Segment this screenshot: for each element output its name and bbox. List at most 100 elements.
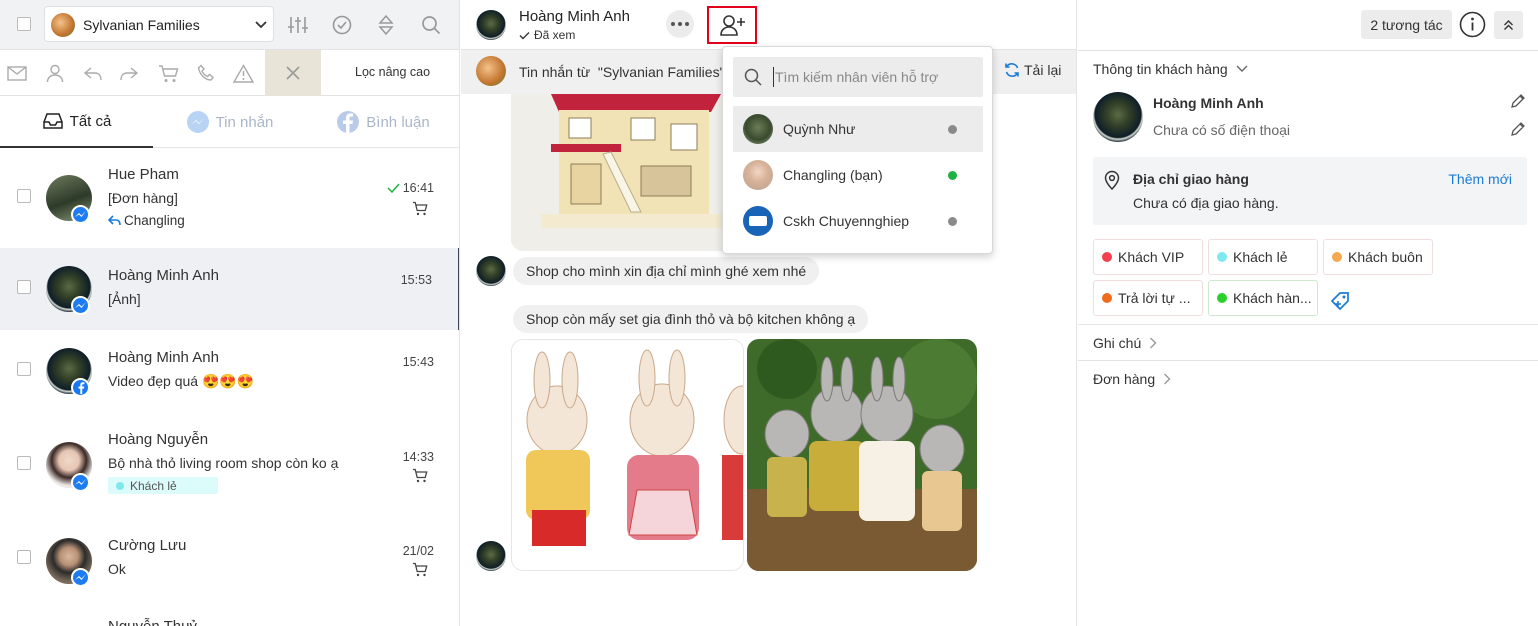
double-chevron-up-icon: [1504, 20, 1513, 30]
chevron-down-icon: [255, 21, 267, 29]
edit-name-icon[interactable]: [1510, 93, 1526, 109]
conversation-checkbox[interactable]: [17, 362, 31, 376]
staff-option[interactable]: Changling (bạn): [733, 152, 983, 198]
assign-staff-button[interactable]: [707, 6, 757, 44]
reply-icon[interactable]: [83, 66, 103, 82]
customer-tag-auto-reply[interactable]: Trả lời tự ...: [1093, 280, 1203, 316]
conversation-item-active[interactable]: Hoàng Minh Anh [Ảnh] 15:53: [0, 248, 459, 330]
messenger-icon: [186, 111, 209, 133]
add-tag-icon[interactable]: [1330, 291, 1350, 311]
check-icon: [519, 31, 530, 39]
tab-comments[interactable]: Bình luận: [306, 96, 459, 148]
conversation-preview: Ok: [108, 561, 126, 577]
chevron-down-icon: [1236, 65, 1248, 72]
refresh-icon: [1005, 63, 1019, 77]
message-bubble[interactable]: Shop còn mấy set gia đình thỏ và bộ kitc…: [513, 305, 869, 333]
customer-tag-retail[interactable]: Khách lẻ: [1208, 239, 1318, 275]
conversation-name: Hue Pham: [108, 166, 179, 183]
replied-by: Changling: [124, 213, 185, 228]
select-all-checkbox[interactable]: [17, 17, 31, 31]
advanced-filter-button[interactable]: Lọc nâng cao: [355, 65, 430, 79]
customer-info-header[interactable]: Thông tin khách hàng: [1093, 61, 1248, 77]
chevron-right-icon: [1164, 373, 1171, 384]
page-selector-label: Sylvanian Families: [83, 17, 200, 33]
staff-option[interactable]: Cskh Chuyennghiep: [733, 198, 983, 244]
info-icon[interactable]: [1459, 11, 1486, 38]
conversation-item[interactable]: Hue Pham [Đơn hàng] Changling 16:41: [0, 154, 459, 236]
inbox-icon: [42, 113, 63, 129]
status-online-dot: [948, 171, 957, 180]
conversation-name: Hoàng Minh Anh: [108, 267, 219, 284]
interactions-button[interactable]: 2 tương tác: [1361, 10, 1452, 39]
staff-search-field[interactable]: Tìm kiếm nhân viên hỗ trợ: [733, 57, 983, 97]
facebook-icon: [337, 111, 360, 133]
tab-messages[interactable]: Tin nhắn: [153, 96, 306, 148]
sliders-icon[interactable]: [287, 15, 309, 35]
orders-section[interactable]: Đơn hàng: [1078, 360, 1538, 396]
messenger-badge-icon: [71, 568, 90, 587]
customer-tag-vip[interactable]: Khách VIP: [1093, 239, 1203, 275]
tab-messages-label: Tin nhắn: [215, 113, 274, 131]
conversation-panel: Sylvanian Families Lọc nâng cao Tất cả T…: [0, 0, 460, 626]
conversation-checkbox[interactable]: [17, 189, 31, 203]
message-image-dollhouse[interactable]: [511, 94, 743, 251]
assign-staff-dropdown: Tìm kiếm nhân viên hỗ trợ Quỳnh Như Chan…: [722, 46, 993, 254]
contact-name[interactable]: Hoàng Minh Anh: [519, 8, 630, 25]
conversation-preview: [Đơn hàng]: [108, 190, 178, 206]
sort-icon[interactable]: [378, 14, 394, 36]
more-options-button[interactable]: [666, 10, 694, 38]
conversation-item[interactable]: Cường Lưu Ok 21/02: [0, 520, 459, 602]
customer-tag-wholesale[interactable]: Khách buôn: [1323, 239, 1433, 275]
cart-icon[interactable]: [158, 64, 179, 84]
tab-all[interactable]: Tất cả: [0, 96, 153, 148]
customer-tag-label: Khách lẻ: [130, 478, 177, 493]
staff-name: Quỳnh Như: [783, 121, 856, 137]
close-icon: [286, 66, 300, 80]
message-image-rabbits-2[interactable]: [747, 339, 977, 571]
conversation-item[interactable]: Hoàng Minh Anh Video đẹp quá 😍😍😍 15:43: [0, 330, 459, 412]
conversation-checkbox[interactable]: [17, 550, 31, 564]
warning-icon[interactable]: [233, 64, 254, 83]
notes-section[interactable]: Ghi chú: [1078, 324, 1538, 360]
conversation-checkbox[interactable]: [17, 280, 31, 294]
message-bubble[interactable]: Shop cho mình xin địa chỉ mình ghé xem n…: [513, 257, 820, 285]
conversation-name: Cường Lưu: [108, 537, 187, 554]
notes-label: Ghi chú: [1093, 334, 1142, 351]
conversation-item[interactable]: Hoàng Nguyễn Bộ nhà thỏ living room shop…: [0, 412, 459, 508]
conversation-time: 21/02: [402, 544, 434, 558]
staff-avatar: [743, 206, 773, 236]
staff-search-placeholder: Tìm kiếm nhân viên hỗ trợ: [775, 69, 939, 85]
page-avatar: [476, 56, 506, 86]
collapse-button[interactable]: [1494, 11, 1523, 39]
customer-tag-customer[interactable]: Khách hàn...: [1208, 280, 1318, 316]
staff-option[interactable]: Quỳnh Như: [733, 106, 983, 152]
conversation-item[interactable]: Nguyễn Thuỷ: [0, 612, 459, 626]
clear-filter-button[interactable]: [265, 50, 321, 96]
message-image-rabbits-1[interactable]: [511, 339, 744, 571]
reload-button[interactable]: Tải lại: [1004, 62, 1061, 78]
conversation-time: 16:41: [402, 181, 434, 195]
text-cursor: [773, 67, 774, 87]
shipping-address-box: Địa chỉ giao hàng Thêm mới Chưa có địa g…: [1093, 157, 1527, 225]
staff-avatar: [743, 114, 773, 144]
chevron-right-icon: [1150, 337, 1157, 348]
check-circle-icon[interactable]: [332, 15, 352, 35]
conversation-checkbox[interactable]: [17, 456, 31, 470]
status-offline-dot: [948, 217, 957, 226]
conversation-name: Hoàng Minh Anh: [108, 349, 219, 366]
conversation-preview: Bộ nhà thỏ living room shop còn ko ạ: [108, 455, 339, 471]
sender-avatar: [476, 541, 506, 571]
contact-avatar[interactable]: [476, 10, 506, 40]
add-address-link[interactable]: Thêm mới: [1448, 171, 1512, 187]
edit-phone-icon[interactable]: [1510, 121, 1526, 137]
customer-info-panel: Thông tin khách hàng Hoàng Minh Anh Chưa…: [1078, 50, 1538, 626]
conversation-name: Hoàng Nguyễn: [108, 431, 209, 448]
conversation-time: 15:43: [402, 355, 434, 369]
forward-icon[interactable]: [119, 66, 139, 82]
phone-icon[interactable]: [197, 64, 216, 83]
mail-icon[interactable]: [7, 66, 27, 81]
messenger-badge-icon: [71, 205, 90, 224]
user-icon[interactable]: [46, 64, 64, 83]
page-selector[interactable]: Sylvanian Families: [44, 6, 274, 42]
search-icon[interactable]: [421, 15, 441, 35]
